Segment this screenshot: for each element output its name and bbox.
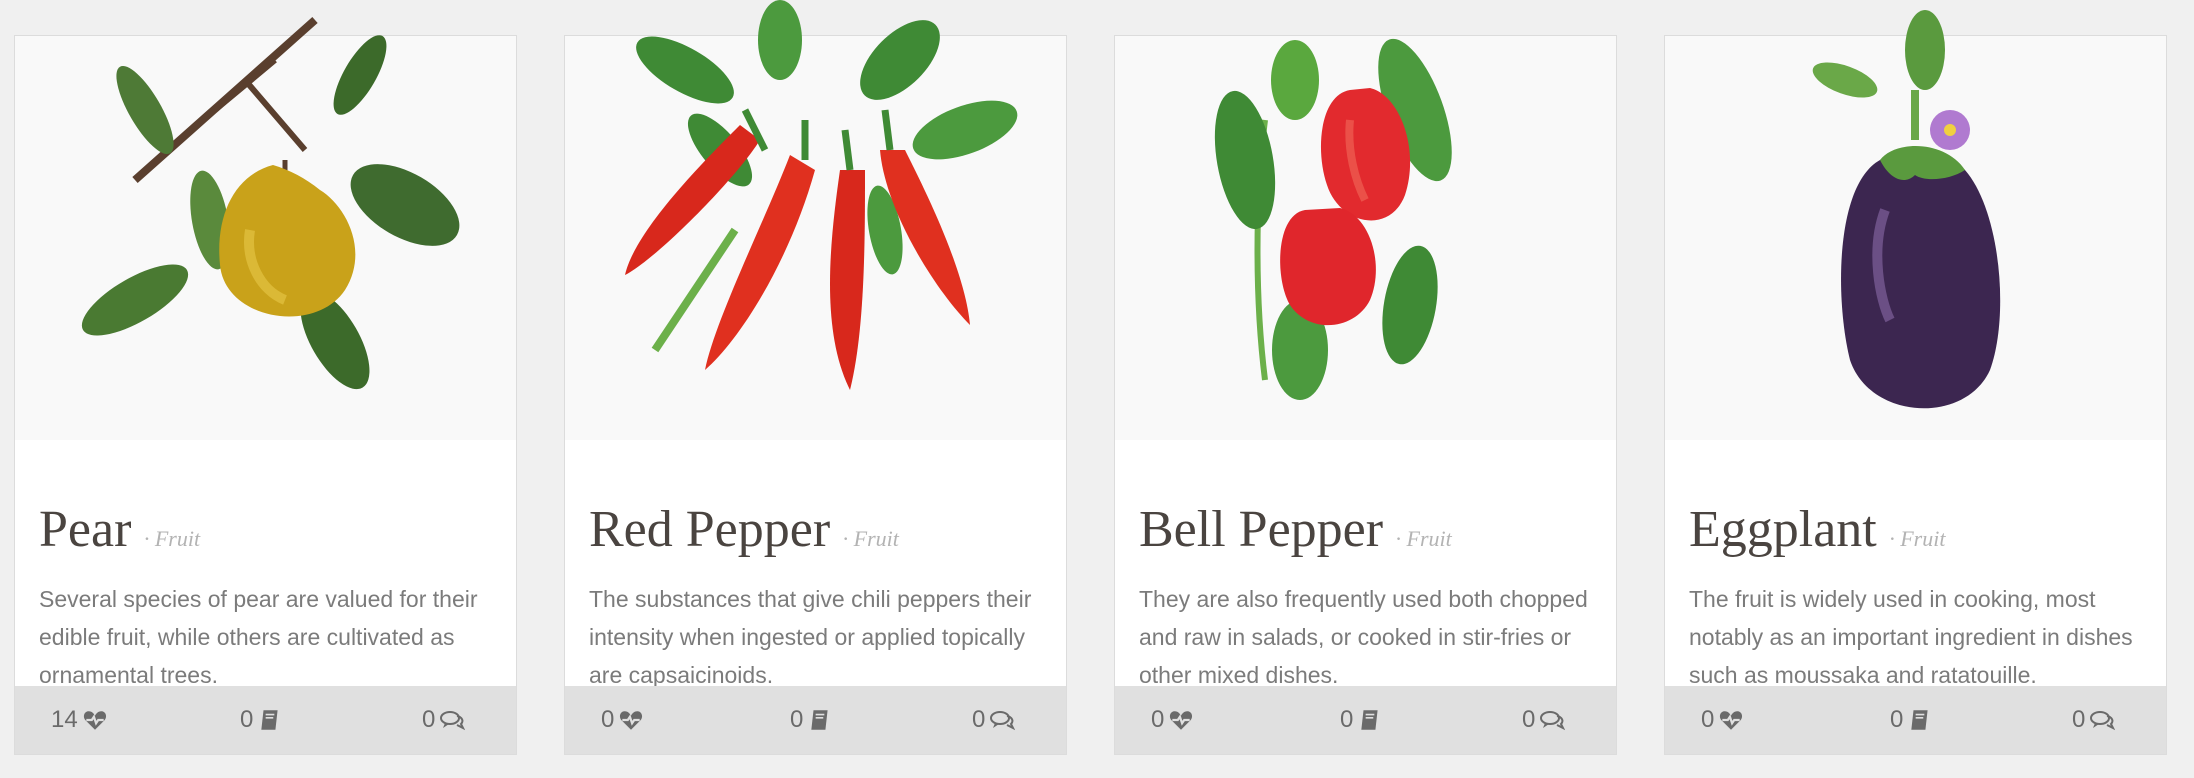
card-category: · Fruit: [842, 526, 899, 551]
comments-count: 0: [422, 706, 436, 733]
likes-count: 0: [601, 706, 615, 733]
likes-stat[interactable]: 0: [1701, 706, 1744, 734]
docs-count: 0: [1340, 706, 1354, 733]
book-icon: [261, 710, 278, 730]
comments-stat[interactable]: 0: [2072, 706, 2116, 734]
heartbeat-icon: [1170, 711, 1193, 730]
comments-icon: [440, 711, 466, 731]
red-pepper-illustration: [565, 0, 1066, 440]
card-eggplant[interactable]: Eggplant · Fruit The fruit is widely use…: [1665, 10, 2166, 754]
card-pear[interactable]: Pear · Fruit Several species of pear are…: [15, 17, 516, 754]
card-description: They are also frequently used both chopp…: [1139, 586, 1588, 688]
comments-count: 0: [2072, 706, 2086, 733]
card-category: · Fruit: [1889, 526, 1946, 551]
docs-stat[interactable]: 0: [1340, 706, 1383, 734]
book-icon: [1911, 710, 1928, 730]
book-icon: [811, 710, 828, 730]
heartbeat-icon: [1720, 711, 1743, 730]
card-description: The fruit is widely used in cooking, mos…: [1689, 586, 2133, 688]
card-title[interactable]: Bell Pepper: [1139, 501, 1383, 558]
heartbeat-icon: [620, 711, 643, 730]
comments-count: 0: [972, 706, 986, 733]
card-red-pepper[interactable]: Red Pepper · Fruit The substances that g…: [565, 0, 1066, 754]
heartbeat-icon: [83, 711, 106, 730]
bell-pepper-illustration: [1115, 36, 1616, 440]
card-category: · Fruit: [1395, 526, 1452, 551]
docs-stat[interactable]: 0: [240, 706, 283, 734]
docs-stat[interactable]: 0: [1890, 706, 1933, 734]
card-footer: 14 0 0: [15, 686, 516, 754]
card-title[interactable]: Pear: [39, 501, 131, 558]
docs-stat[interactable]: 0: [790, 706, 833, 734]
docs-count: 0: [240, 706, 254, 733]
card-footer: 0 0 0: [1115, 686, 1616, 754]
comments-stat[interactable]: 0: [1522, 706, 1566, 734]
card-footer: 0 0 0: [565, 686, 1066, 754]
pear-illustration: [15, 17, 516, 440]
comments-icon: [1540, 711, 1566, 731]
card-description: Several species of pear are valued for t…: [39, 586, 478, 688]
card-description: The substances that give chili peppers t…: [589, 586, 1032, 688]
eggplant-illustration: [1665, 10, 2166, 440]
card-category: · Fruit: [143, 526, 201, 551]
card-title[interactable]: Eggplant: [1689, 501, 1877, 558]
likes-stat[interactable]: 0: [601, 706, 644, 734]
likes-stat[interactable]: 14: [51, 706, 108, 734]
comments-stat[interactable]: 0: [972, 706, 1016, 734]
likes-count: 0: [1151, 706, 1165, 733]
card-footer: 0 0 0: [1665, 686, 2166, 754]
likes-count: 0: [1701, 706, 1715, 733]
comments-icon: [990, 711, 1016, 731]
docs-count: 0: [1890, 706, 1904, 733]
comments-icon: [2090, 711, 2116, 731]
docs-count: 0: [790, 706, 804, 733]
comments-stat[interactable]: 0: [422, 706, 466, 734]
likes-count: 14: [51, 706, 78, 733]
book-icon: [1361, 710, 1378, 730]
comments-count: 0: [1522, 706, 1536, 733]
likes-stat[interactable]: 0: [1151, 706, 1194, 734]
card-title[interactable]: Red Pepper: [589, 501, 830, 558]
card-bell-pepper[interactable]: Bell Pepper · Fruit They are also freque…: [1115, 36, 1616, 754]
